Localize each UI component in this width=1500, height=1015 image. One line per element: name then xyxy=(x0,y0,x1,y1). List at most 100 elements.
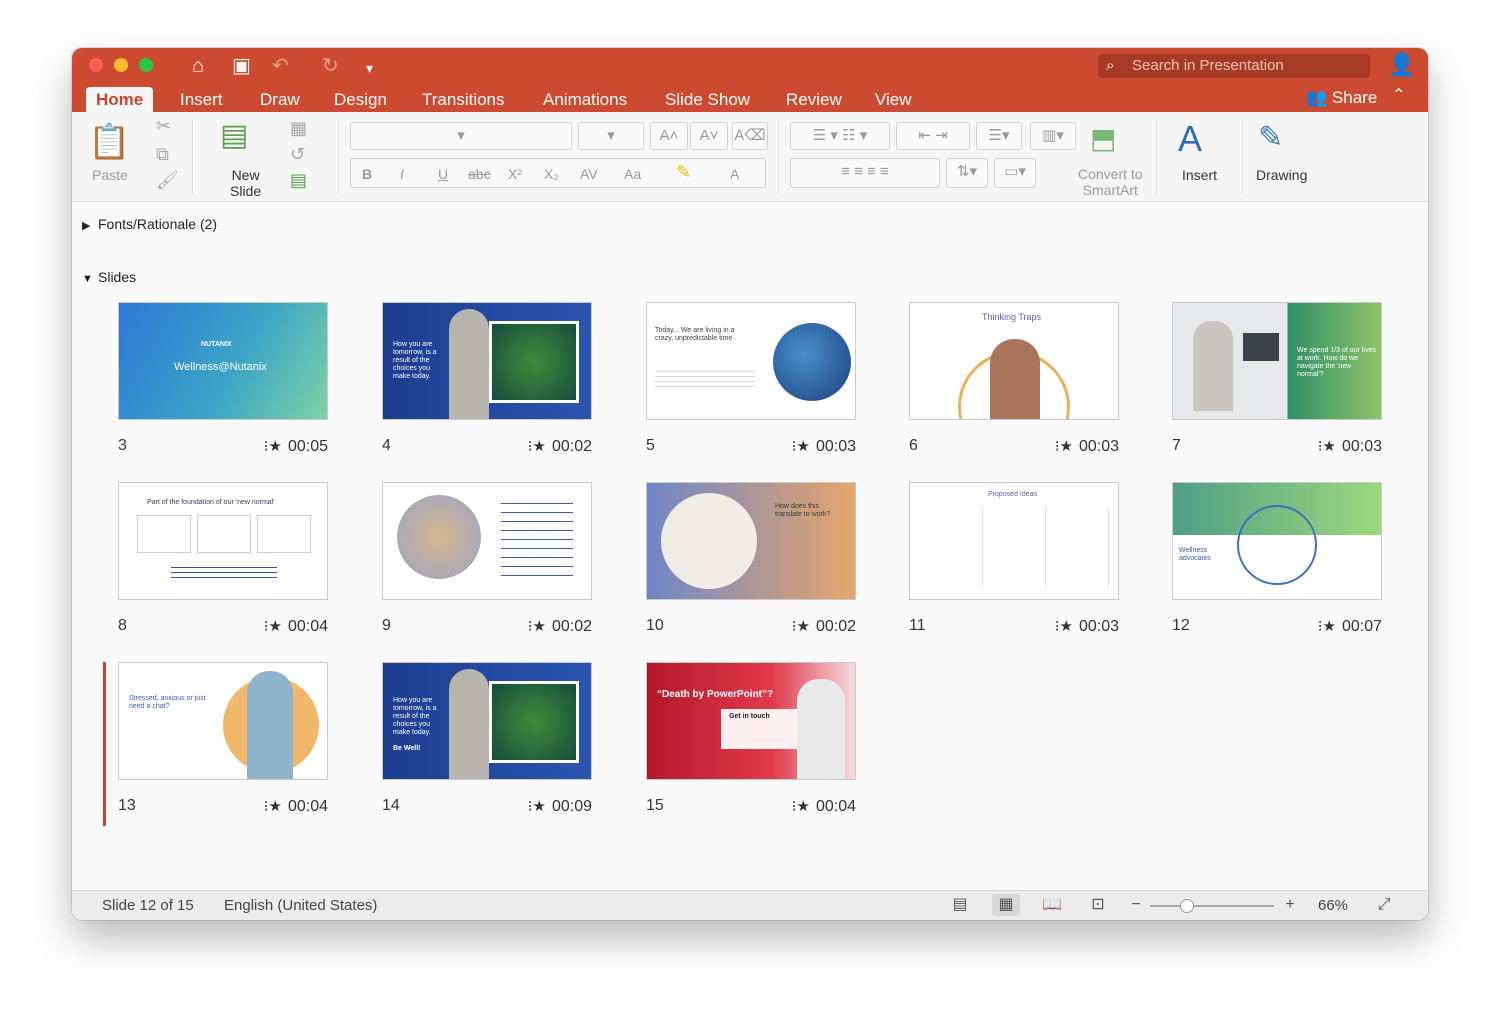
strikethrough-button[interactable]: abc xyxy=(468,166,491,182)
close-window-button[interactable] xyxy=(89,58,103,72)
slide-4[interactable]: How you are tomorrow, is a result of the… xyxy=(382,302,592,462)
zoom-in-icon[interactable]: + xyxy=(1276,894,1304,916)
language-indicator[interactable]: English (United States) xyxy=(224,897,377,914)
indent-buttons[interactable]: ⇤ ⇥ xyxy=(896,122,970,150)
subscript-button[interactable]: X₂ xyxy=(544,166,559,182)
paste-icon[interactable]: 📋 xyxy=(88,122,130,162)
character-spacing-button[interactable]: AV xyxy=(580,166,598,182)
drawing-icon[interactable]: ✎ xyxy=(1258,120,1283,155)
share-button[interactable]: 👥 Share xyxy=(1306,87,1377,109)
tab-draw[interactable]: Draw xyxy=(260,87,300,112)
customize-quick-access-icon[interactable]: ▾ xyxy=(366,56,373,80)
zoom-out-icon[interactable]: − xyxy=(1122,894,1150,916)
slide-5[interactable]: Today... We are living in a crazy, unpre… xyxy=(646,302,856,462)
slide-7[interactable]: We spend 1/3 of our lives at work. How d… xyxy=(1172,302,1382,462)
slide-thumbnail[interactable]: Part of the foundation of our 'new norma… xyxy=(118,482,328,600)
zoom-window-button[interactable] xyxy=(139,58,153,72)
fit-to-window-icon[interactable]: ⤢ xyxy=(1370,894,1398,916)
smartart-icon[interactable]: ⬒ xyxy=(1090,122,1116,155)
save-icon[interactable]: ▣ xyxy=(232,54,251,78)
collapse-triangle-icon[interactable]: ▼ xyxy=(82,273,98,285)
slide-3[interactable]: NUTANIX Wellness@Nutanix 3 ⁝★ 00:05 xyxy=(118,302,328,462)
slide-thumbnail[interactable]: How you are tomorrow, is a result of the… xyxy=(382,302,592,420)
reading-view-icon[interactable]: 📖 xyxy=(1038,894,1066,916)
list-buttons[interactable]: ☰ ▾ ☷ ▾ xyxy=(790,122,890,150)
slide-thumbnail[interactable]: Wellness advocates xyxy=(1172,482,1382,600)
slide-sorter-view-icon[interactable]: ▦ xyxy=(992,894,1020,916)
undo-icon[interactable]: ↶ xyxy=(272,54,289,78)
slide-thumbnail[interactable] xyxy=(382,482,592,600)
collapse-ribbon-icon[interactable]: ⌃ xyxy=(1392,85,1405,105)
slide-14[interactable]: How you are tomorrow, is a result of the… xyxy=(382,662,592,822)
slide-show-view-icon[interactable]: ⊡ xyxy=(1084,894,1112,916)
tab-transitions[interactable]: Transitions xyxy=(422,87,505,112)
section-fonts-rationale[interactable]: ▶ Fonts/Rationale (2) xyxy=(82,216,217,232)
slide-13[interactable]: Stressed, anxious or just need a chat? 1… xyxy=(118,662,328,822)
slide-11[interactable]: Proposed Ideas 11 ⁝★ 00:03 xyxy=(909,482,1119,642)
minimize-window-button[interactable] xyxy=(114,58,128,72)
tab-insert[interactable]: Insert xyxy=(180,87,223,112)
slide-thumbnail[interactable]: Proposed Ideas xyxy=(909,482,1119,600)
insert-label[interactable]: Insert xyxy=(1182,167,1217,183)
slide-6[interactable]: Thinking Traps 6 ⁝★ 00:03 xyxy=(909,302,1119,462)
normal-view-icon[interactable]: ▤ xyxy=(946,894,974,916)
line-spacing-button[interactable]: ☰▾ xyxy=(976,122,1022,150)
slide-thumbnail[interactable]: How you are tomorrow, is a result of the… xyxy=(382,662,592,780)
redo-icon[interactable]: ↻ xyxy=(322,54,339,78)
copy-icon[interactable]: ⧉ xyxy=(156,144,169,165)
zoom-slider[interactable] xyxy=(1150,899,1274,913)
tab-view[interactable]: View xyxy=(875,87,912,112)
slide-thumbnail[interactable]: “Death by PowerPoint”? Get in touch xyxy=(646,662,856,780)
account-icon[interactable]: 👤 xyxy=(1388,52,1415,78)
home-icon[interactable]: ⌂ xyxy=(192,54,204,78)
slide-thumbnail[interactable]: How does this translate to work? xyxy=(646,482,856,600)
slide-thumbnail[interactable]: NUTANIX Wellness@Nutanix xyxy=(118,302,328,420)
reset-icon[interactable]: ↺ xyxy=(290,144,305,165)
tab-home[interactable]: Home xyxy=(86,87,154,112)
decrease-font-size-button[interactable]: A˅ xyxy=(690,122,728,150)
clear-formatting-button[interactable]: A⌫ xyxy=(732,122,768,150)
bold-button[interactable]: B xyxy=(362,166,372,182)
tab-design[interactable]: Design xyxy=(334,87,387,112)
convert-to-smartart-label[interactable]: Convert to SmartArt xyxy=(1078,166,1143,198)
columns-button[interactable]: ▥▾ xyxy=(1030,122,1076,150)
change-case-button[interactable]: Aa xyxy=(624,166,641,182)
superscript-button[interactable]: X² xyxy=(508,166,522,182)
underline-button[interactable]: U xyxy=(438,166,448,182)
slide-15[interactable]: “Death by PowerPoint”? Get in touch 15 ⁝… xyxy=(646,662,856,822)
search-input[interactable]: ⌕ Search in Presentation xyxy=(1098,54,1370,78)
zoom-level[interactable]: 66% xyxy=(1318,897,1348,914)
italic-button[interactable]: I xyxy=(400,166,404,182)
slide-9[interactable]: 9 ⁝★ 00:02 xyxy=(382,482,592,642)
format-painter-icon[interactable]: 🖌 xyxy=(156,170,179,191)
text-direction-button[interactable]: ⇅▾ xyxy=(946,158,988,188)
font-name-select[interactable]: ▾ xyxy=(350,122,572,150)
layout-icon[interactable]: ▦ xyxy=(290,118,307,139)
slide-thumbnail[interactable]: Today... We are living in a crazy, unpre… xyxy=(646,302,856,420)
section-icon[interactable]: ▤ xyxy=(290,170,307,191)
expand-triangle-icon[interactable]: ▶ xyxy=(82,219,98,232)
drawing-label[interactable]: Drawing xyxy=(1256,167,1307,183)
increase-font-size-button[interactable]: A˄ xyxy=(650,122,688,150)
new-slide-label[interactable]: New Slide xyxy=(230,167,261,199)
tab-review[interactable]: Review xyxy=(786,87,842,112)
insert-textbox-icon[interactable]: A xyxy=(1178,118,1202,160)
new-slide-icon[interactable]: ▤ xyxy=(220,118,248,153)
cut-icon[interactable]: ✂ xyxy=(156,116,171,137)
slide-thumbnail[interactable]: Stressed, anxious or just need a chat? xyxy=(118,662,328,780)
tab-slide-show[interactable]: Slide Show xyxy=(665,87,750,112)
zoom-slider-knob[interactable] xyxy=(1180,899,1195,913)
slide-12[interactable]: Wellness advocates 12 ⁝★ 00:07 xyxy=(1172,482,1382,642)
align-text-button[interactable]: ▭▾ xyxy=(994,158,1036,188)
slide-number: 11 xyxy=(909,617,926,634)
font-color-button[interactable]: A xyxy=(730,166,739,182)
alignment-buttons[interactable]: ≡ ≡ ≡ ≡ xyxy=(790,158,940,188)
section-slides[interactable]: ▼ Slides xyxy=(82,269,136,285)
slide-thumbnail[interactable]: We spend 1/3 of our lives at work. How d… xyxy=(1172,302,1382,420)
font-size-select[interactable]: ▾ xyxy=(578,122,644,150)
highlight-icon[interactable]: ✎ xyxy=(676,162,691,183)
slide-8[interactable]: Part of the foundation of our 'new norma… xyxy=(118,482,328,642)
slide-10[interactable]: How does this translate to work? 10 ⁝★ 00… xyxy=(646,482,856,642)
slide-thumbnail[interactable]: Thinking Traps xyxy=(909,302,1119,420)
tab-animations[interactable]: Animations xyxy=(543,87,627,112)
